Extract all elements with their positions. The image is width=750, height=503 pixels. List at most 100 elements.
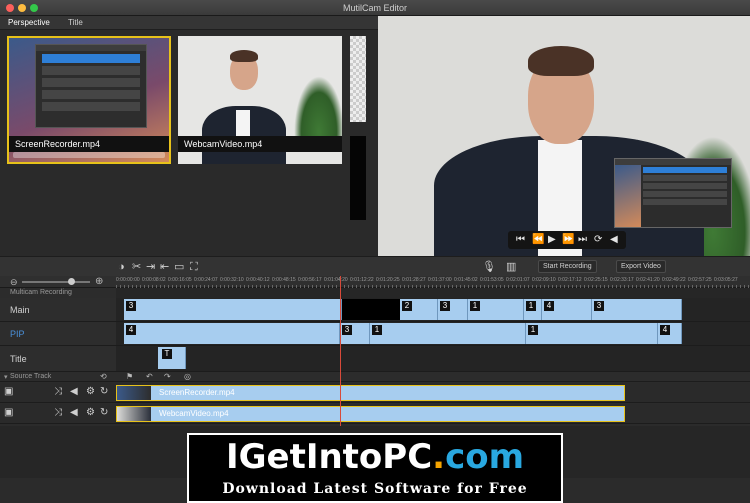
- video-preview[interactable]: ⏮ ⏪ ▶ ⏩ ⏭ ⟳ ◀: [378, 16, 750, 256]
- watermark-brand-dot: .: [432, 437, 446, 477]
- fullscreen-icon[interactable]: ⛶: [190, 261, 198, 273]
- volume-icon[interactable]: ◀: [70, 386, 78, 398]
- multicam-tracks: Multicam Recording Main 3 2 3 1 1 4 3 PI…: [0, 288, 750, 372]
- watermark-banner: IGetIntoPC.com Download Latest Software …: [187, 433, 563, 503]
- crop-icon[interactable]: ▭: [174, 261, 184, 273]
- track-label-pip: PIP: [0, 322, 116, 346]
- camera-marker: 2: [402, 301, 412, 311]
- ruler-tick: 0:00:56:17: [298, 277, 322, 283]
- zoom-slider-knob[interactable]: [68, 278, 75, 285]
- watermark-brand-main: IGetIntoPC: [225, 437, 433, 477]
- audio-levels-icon[interactable]: ▥: [506, 261, 516, 273]
- tab-perspective[interactable]: Perspective: [8, 18, 50, 27]
- skip-forward-icon[interactable]: ⏭: [578, 234, 587, 246]
- ruler-tick: 0:01:45:02: [454, 277, 478, 283]
- camera-marker: 1: [526, 301, 536, 311]
- multicam-section-header: Multicam Recording: [0, 288, 116, 298]
- refresh-icon[interactable]: ↻: [100, 386, 108, 398]
- ruler-tick: 0:02:41:20: [636, 277, 660, 283]
- main-track[interactable]: 3 2 3 1 1 4 3: [116, 298, 750, 322]
- ruler-tick: 0:01:53:05: [480, 277, 504, 283]
- source-track-webcamvideo: ▣ ⤨ ◀ ⚙ ↻ WebcamVideo.mp4: [0, 404, 750, 424]
- color-icon[interactable]: ◑: [118, 261, 125, 273]
- volume-icon[interactable]: ◀: [610, 234, 618, 246]
- cut-icon[interactable]: ✂: [132, 261, 141, 273]
- start-recording-button[interactable]: Start Recording: [538, 260, 597, 273]
- pip-segment[interactable]: [370, 323, 526, 344]
- track-label-title: Title: [0, 346, 116, 372]
- dock-strip: [13, 152, 165, 158]
- zoom-in-icon[interactable]: ⊕: [95, 276, 103, 287]
- transparent-slot[interactable]: [350, 36, 366, 122]
- settings-icon[interactable]: ⚙: [86, 386, 95, 398]
- black-slot[interactable]: [350, 136, 366, 220]
- shuffle-icon[interactable]: ⤨: [54, 386, 62, 398]
- loop-icon[interactable]: ⟳: [594, 234, 602, 246]
- watermark-brand-tld: com: [445, 437, 525, 477]
- camera-marker: 4: [544, 301, 554, 311]
- trim-icon[interactable]: ⇤: [160, 261, 169, 273]
- skip-back-icon[interactable]: ⏮: [516, 234, 525, 246]
- microphone-icon[interactable]: 🎙: [482, 261, 496, 273]
- volume-icon[interactable]: ◀: [70, 407, 78, 419]
- pip-segment[interactable]: [124, 323, 340, 344]
- playback-controls: ⏮ ⏪ ▶ ⏩ ⏭ ⟳ ◀: [508, 231, 626, 249]
- refresh-icon[interactable]: ↻: [100, 407, 108, 419]
- sync-icon[interactable]: ⟲: [100, 372, 107, 381]
- shuffle-icon[interactable]: ⤨: [54, 407, 62, 419]
- source-clip-label: ScreenRecorder.mp4: [159, 388, 235, 397]
- camera-marker: 3: [126, 301, 136, 311]
- clip-file-icon: ▣: [4, 386, 14, 397]
- pip-segment[interactable]: [526, 323, 658, 344]
- play-icon[interactable]: ▶: [548, 234, 556, 246]
- main-segment[interactable]: [124, 299, 342, 320]
- export-video-button[interactable]: Export Video: [616, 260, 666, 273]
- camera-marker: 1: [470, 301, 480, 311]
- split-icon[interactable]: ⇥: [146, 261, 155, 273]
- ruler-tick: 0:01:20:25: [376, 277, 400, 283]
- source-clip-screenrecorder[interactable]: ScreenRecorder.mp4: [116, 385, 625, 401]
- settings-icon[interactable]: ⚙: [86, 407, 95, 419]
- ruler-tick: 0:00:32:10: [220, 277, 244, 283]
- redo-icon[interactable]: ↷: [164, 372, 171, 381]
- ruler-tick: 0:00:00:00: [116, 277, 140, 283]
- ruler-tick: 0:00:48:15: [272, 277, 296, 283]
- undo-icon[interactable]: ↶: [146, 372, 153, 381]
- source-section-title: Source Track: [10, 373, 52, 380]
- zoom-slider[interactable]: [22, 281, 90, 283]
- collapse-icon[interactable]: ▾: [4, 373, 8, 381]
- source-clip-thumbnail: [117, 386, 151, 400]
- title-track[interactable]: T: [116, 346, 750, 372]
- camera-marker: 3: [342, 325, 352, 335]
- step-forward-icon[interactable]: ⏩: [562, 234, 574, 246]
- ruler-tick: 0:00:40:12: [246, 277, 270, 283]
- source-track-screenrecorder: ▣ ⤨ ◀ ⚙ ↻ ScreenRecorder.mp4: [0, 383, 750, 403]
- window-title: MutilCam Editor: [342, 3, 407, 13]
- camera-marker: 4: [126, 325, 136, 335]
- main-black-segment[interactable]: [342, 299, 400, 320]
- main-segment[interactable]: [592, 299, 682, 320]
- ruler-tick: 0:02:01:07: [506, 277, 530, 283]
- track-label-main: Main: [0, 298, 116, 322]
- pip-overlay[interactable]: [614, 158, 732, 228]
- clip-file-icon: ▣: [4, 407, 14, 418]
- camera-marker: 3: [594, 301, 604, 311]
- playhead[interactable]: [340, 276, 341, 426]
- ruler-tick: 0:02:25:15: [584, 277, 608, 283]
- tab-title[interactable]: Title: [68, 18, 83, 27]
- pip-track[interactable]: 4 3 1 1 4: [116, 322, 750, 346]
- ruler-tick: 0:02:17:12: [558, 277, 582, 283]
- zoom-out-icon[interactable]: ⊖: [10, 277, 18, 288]
- timeline-ruler[interactable]: 0:00:00:00 0:00:08:02 0:00:16:05 0:00:24…: [116, 276, 750, 288]
- source-clip-thumbnail: [117, 407, 151, 421]
- app-window: MutilCam Editor Perspective Title Screen…: [0, 0, 750, 503]
- source-clip-webcamvideo[interactable]: WebcamVideo.mp4: [116, 406, 625, 422]
- ruler-tick: 0:03:05:27: [714, 277, 738, 283]
- ruler-tick: 0:01:37:00: [428, 277, 452, 283]
- step-back-icon[interactable]: ⏪: [532, 234, 544, 246]
- camera-marker: 4: [660, 325, 670, 335]
- audio-wave-icon[interactable]: ◎: [184, 372, 191, 381]
- marker-icon[interactable]: ⚑: [126, 372, 133, 381]
- clip-label-webcamvideo: WebcamVideo.mp4: [178, 136, 342, 152]
- screen-capture-preview: [35, 44, 147, 128]
